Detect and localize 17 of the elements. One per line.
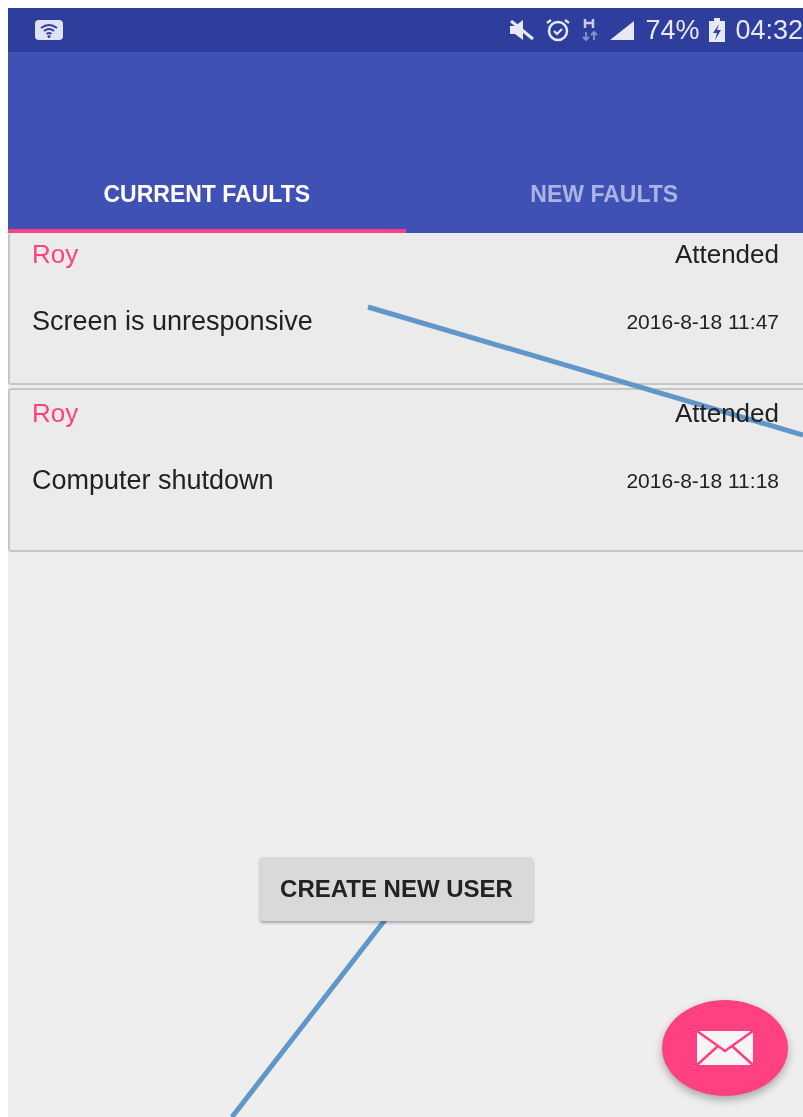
- reporter-name: Roy: [32, 239, 79, 270]
- fault-description: Computer shutdown: [32, 465, 274, 496]
- create-user-button[interactable]: CREATE NEW USER: [260, 857, 533, 921]
- mute-icon: [507, 19, 536, 41]
- battery-charging-icon: [708, 17, 727, 43]
- fault-description: Screen is unresponsive: [32, 306, 313, 337]
- signal-icon: [608, 19, 637, 41]
- data-icon: [581, 18, 600, 42]
- wifi-icon: [34, 19, 64, 41]
- reporter-name: Roy: [32, 398, 79, 429]
- fault-status: Attended: [674, 239, 779, 270]
- battery-percent: 74%: [645, 14, 700, 46]
- fault-time: 2016-8-18 11:47: [626, 309, 779, 334]
- fault-time: 2016-8-18 11:18: [626, 468, 779, 493]
- clock: 04:32: [735, 14, 803, 46]
- fault-card[interactable]: Roy Attended Screen is unresponsive 2016-8-18 11:47: [8, 233, 803, 385]
- envelope-icon: [696, 1030, 754, 1066]
